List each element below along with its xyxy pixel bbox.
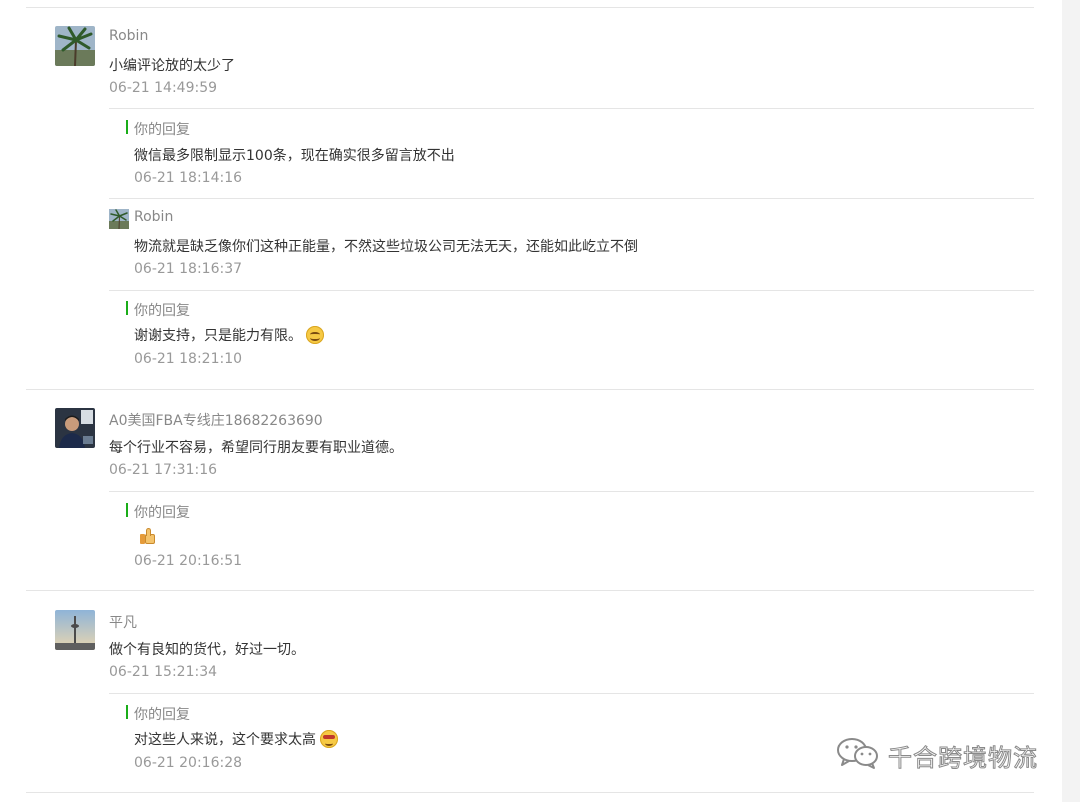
reply-divider: [109, 290, 1034, 291]
reply-text: 物流就是缺乏像你们这种正能量，不然这些垃圾公司无法无天，还能如此屹立不倒: [134, 239, 638, 255]
reply-content: [134, 527, 156, 545]
comment-nickname: 平凡: [109, 615, 137, 631]
reply-nickname: 你的回复: [134, 707, 190, 723]
reply-text: 微信最多限制显示100条，现在确实很多留言放不出: [134, 148, 455, 164]
reply-content: 微信最多限制显示100条，现在确实很多留言放不出: [134, 145, 455, 165]
reply-divider: [109, 198, 1034, 199]
reply-divider: [109, 108, 1034, 109]
wechat-icon: [836, 736, 880, 774]
comment-time: 06-21 15:21:34: [109, 664, 218, 680]
person-avatar[interactable]: [55, 408, 95, 448]
watermark: 千合跨境物流: [836, 737, 1038, 773]
reply-divider: [109, 491, 1034, 492]
palm-tree-avatar[interactable]: [55, 26, 95, 66]
reply-nickname: 你的回复: [134, 505, 190, 521]
reply-time: 06-21 20:16:28: [134, 755, 243, 771]
palm-tree-avatar[interactable]: [109, 209, 129, 229]
reply-nickname: 你的回复: [134, 122, 190, 138]
author-reply-marker: [126, 120, 128, 134]
reply-time: 06-21 18:14:16: [134, 170, 243, 186]
reply-divider: [109, 693, 1034, 694]
reply-text: 对这些人来说，这个要求太高: [134, 732, 316, 748]
thumbs-up-emoji-icon: [138, 527, 156, 545]
divider: [26, 792, 1034, 793]
reply-text: 谢谢支持，只是能力有限。: [134, 328, 302, 344]
reply-time: 06-21 18:21:10: [134, 351, 243, 367]
comment-nickname: A0美国FBA专线庄18682263690: [109, 413, 323, 429]
reply-content: 物流就是缺乏像你们这种正能量，不然这些垃圾公司无法无天，还能如此屹立不倒: [134, 236, 638, 256]
author-reply-marker: [126, 705, 128, 719]
scrollbar[interactable]: [1062, 0, 1080, 802]
comment-content: 小编评论放的太少了: [109, 58, 235, 74]
comment-time: 06-21 14:49:59: [109, 80, 218, 96]
comment-divider: [26, 389, 1034, 390]
smile-emoji-icon: [306, 326, 324, 344]
author-reply-marker: [126, 301, 128, 315]
reply-time: 06-21 20:16:51: [134, 553, 243, 569]
reply-content: 谢谢支持，只是能力有限。: [134, 325, 324, 345]
comment-nickname: Robin: [109, 28, 149, 44]
reply-time: 06-21 18:16:37: [134, 261, 243, 277]
tower-avatar[interactable]: [55, 610, 95, 650]
divider: [26, 7, 1034, 8]
comment-content: 每个行业不容易，希望同行朋友要有职业道德。: [109, 440, 403, 456]
reply-nickname: 你的回复: [134, 303, 190, 319]
comment-content: 做个有良知的货代，好过一切。: [109, 642, 305, 658]
reply-content: 对这些人来说，这个要求太高: [134, 729, 338, 749]
reply-nickname: Robin: [134, 209, 174, 225]
cool-emoji-icon: [320, 730, 338, 748]
comment-time: 06-21 17:31:16: [109, 462, 218, 478]
comment-divider: [26, 590, 1034, 591]
watermark-text: 千合跨境物流: [888, 743, 1038, 772]
author-reply-marker: [126, 503, 128, 517]
comments-page: Robin 小编评论放的太少了 06-21 14:49:59 你的回复 微信最多…: [0, 0, 1062, 802]
